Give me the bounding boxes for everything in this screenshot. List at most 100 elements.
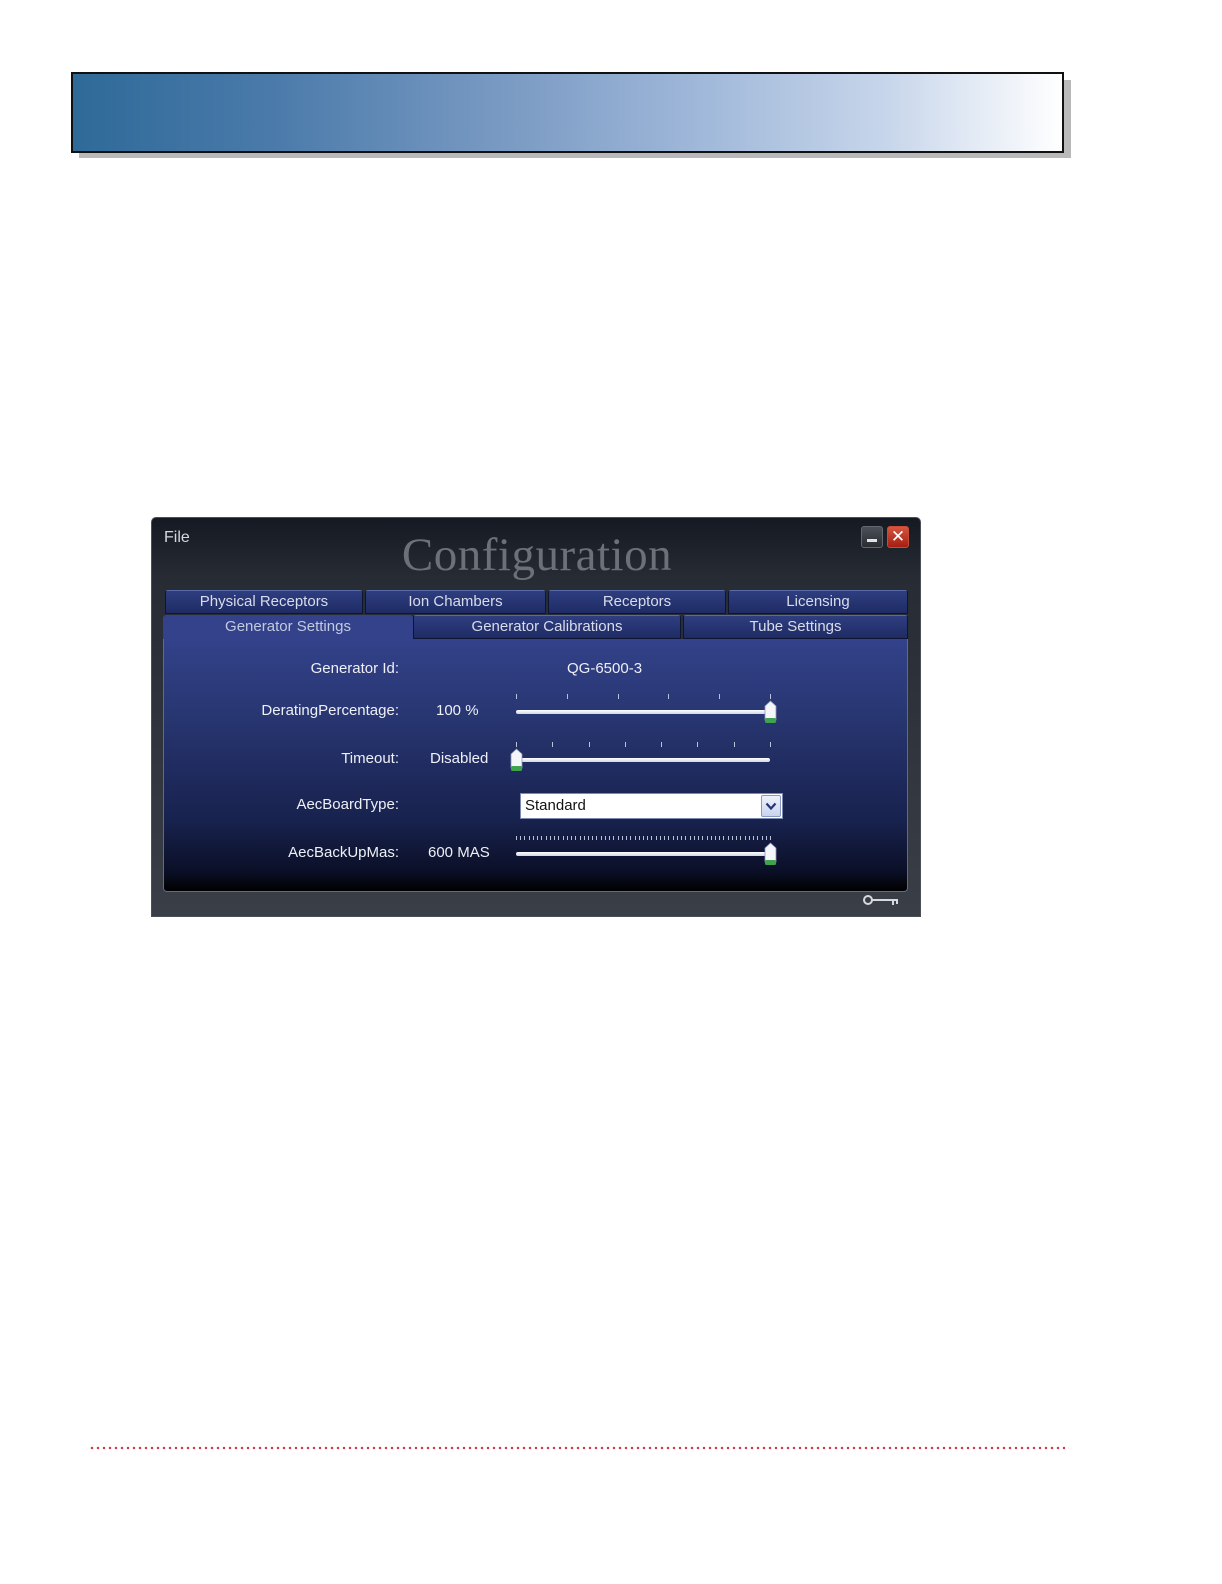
slider-tick <box>562 836 564 840</box>
generator-id-label: Generator Id: <box>310 660 399 677</box>
slider-tick <box>630 836 632 840</box>
slider-tick <box>626 836 628 840</box>
tab-tube-settings[interactable]: Tube Settings <box>683 615 908 639</box>
slider-tick <box>516 742 517 747</box>
slider-tick <box>532 836 534 840</box>
slider-tick <box>664 836 666 840</box>
key-icon[interactable] <box>863 893 901 909</box>
slider-track <box>516 852 770 856</box>
aec-backup-mas-label: AecBackUpMas: <box>288 844 399 861</box>
slider-tick <box>736 836 738 840</box>
slider-tick <box>727 836 729 840</box>
slider-tick <box>621 836 623 840</box>
slider-tick <box>723 836 725 840</box>
configuration-window: File Configuration ✕ Physical Receptors … <box>151 517 921 917</box>
minimize-button[interactable] <box>861 526 883 548</box>
slider-track <box>516 758 770 762</box>
slider-tick <box>604 836 606 840</box>
slider-tick <box>588 742 590 747</box>
slider-tick <box>744 836 746 840</box>
derating-percentage-value: 100 % <box>436 702 479 719</box>
slider-tick <box>537 836 539 840</box>
slider-tick <box>693 836 695 840</box>
slider-tick <box>549 836 551 840</box>
aec-backup-mas-slider[interactable] <box>513 833 776 873</box>
close-button[interactable]: ✕ <box>887 526 909 548</box>
timeout-label: Timeout: <box>341 750 399 767</box>
slider-tick <box>651 836 653 840</box>
slider-tick <box>647 836 649 840</box>
slider-thumb[interactable] <box>764 842 777 866</box>
aec-backup-mas-value: 600 MAS <box>428 844 490 861</box>
slider-tick <box>661 742 663 747</box>
generator-settings-panel: Generator Id: QG-6500-3 DeratingPercenta… <box>163 639 908 892</box>
slider-tick <box>613 836 615 840</box>
slider-tick <box>643 836 644 840</box>
slider-tick <box>554 836 556 840</box>
derating-percentage-slider[interactable] <box>513 691 776 731</box>
slider-tick <box>697 742 699 747</box>
timeout-value: Disabled <box>430 750 489 767</box>
slider-tick <box>516 836 517 840</box>
slider-tick <box>624 742 626 747</box>
slider-tick <box>702 836 704 840</box>
slider-tick <box>770 836 771 840</box>
slider-tick <box>600 836 602 840</box>
slider-tick <box>748 836 750 840</box>
slider-tick <box>575 836 577 840</box>
slider-tick <box>672 836 674 840</box>
slider-tick <box>753 836 755 840</box>
slider-tick <box>757 836 759 840</box>
slider-tick <box>770 694 771 699</box>
slider-tick <box>579 836 581 840</box>
slider-tick <box>592 836 594 840</box>
slider-tick <box>668 836 670 840</box>
slider-tick <box>698 836 700 840</box>
slider-tick <box>765 836 767 840</box>
slider-tick <box>520 836 522 840</box>
slider-tick <box>733 742 735 747</box>
derating-percentage-label: DeratingPercentage: <box>261 702 399 719</box>
tab-generator-settings[interactable]: Generator Settings <box>163 615 413 639</box>
slider-tick <box>685 836 687 840</box>
slider-tick <box>571 836 573 840</box>
slider-tick <box>566 836 568 840</box>
slider-tick <box>668 694 670 699</box>
slider-tick <box>609 836 611 840</box>
slider-tick <box>541 836 543 840</box>
tab-generator-calibrations[interactable]: Generator Calibrations <box>413 615 681 639</box>
slider-tick <box>719 836 721 840</box>
slider-tick <box>634 836 636 840</box>
close-icon: ✕ <box>890 526 906 547</box>
slider-tick <box>638 836 640 840</box>
slider-tick <box>617 694 619 699</box>
slider-tick <box>596 836 598 840</box>
chevron-down-icon[interactable] <box>761 795 781 817</box>
tab-licensing[interactable]: Licensing <box>728 590 908 614</box>
slider-track <box>516 710 770 714</box>
slider-tick <box>689 836 691 840</box>
slider-thumb[interactable] <box>510 748 523 772</box>
footer-dotted-rule <box>89 1446 1069 1450</box>
aec-board-type-select[interactable]: Standard <box>520 793 783 819</box>
slider-tick <box>710 836 712 840</box>
slider-thumb[interactable] <box>764 700 777 724</box>
tab-receptors[interactable]: Receptors <box>548 590 726 614</box>
tab-physical-receptors[interactable]: Physical Receptors <box>165 590 363 614</box>
minimize-icon <box>867 538 877 542</box>
slider-tick <box>719 694 721 699</box>
aec-board-type-label: AecBoardType: <box>296 796 399 813</box>
slider-tick <box>706 836 708 840</box>
header-banner <box>71 72 1064 153</box>
timeout-slider[interactable] <box>510 739 773 779</box>
slider-tick <box>566 694 568 699</box>
slider-tick <box>740 836 742 840</box>
slider-tick <box>761 836 763 840</box>
slider-tick <box>587 836 589 840</box>
slider-tick <box>516 694 517 699</box>
slider-tick <box>681 836 683 840</box>
slider-tick <box>558 836 560 840</box>
tab-ion-chambers[interactable]: Ion Chambers <box>365 590 546 614</box>
slider-tick <box>617 836 619 840</box>
window-title: Configuration <box>401 529 673 581</box>
